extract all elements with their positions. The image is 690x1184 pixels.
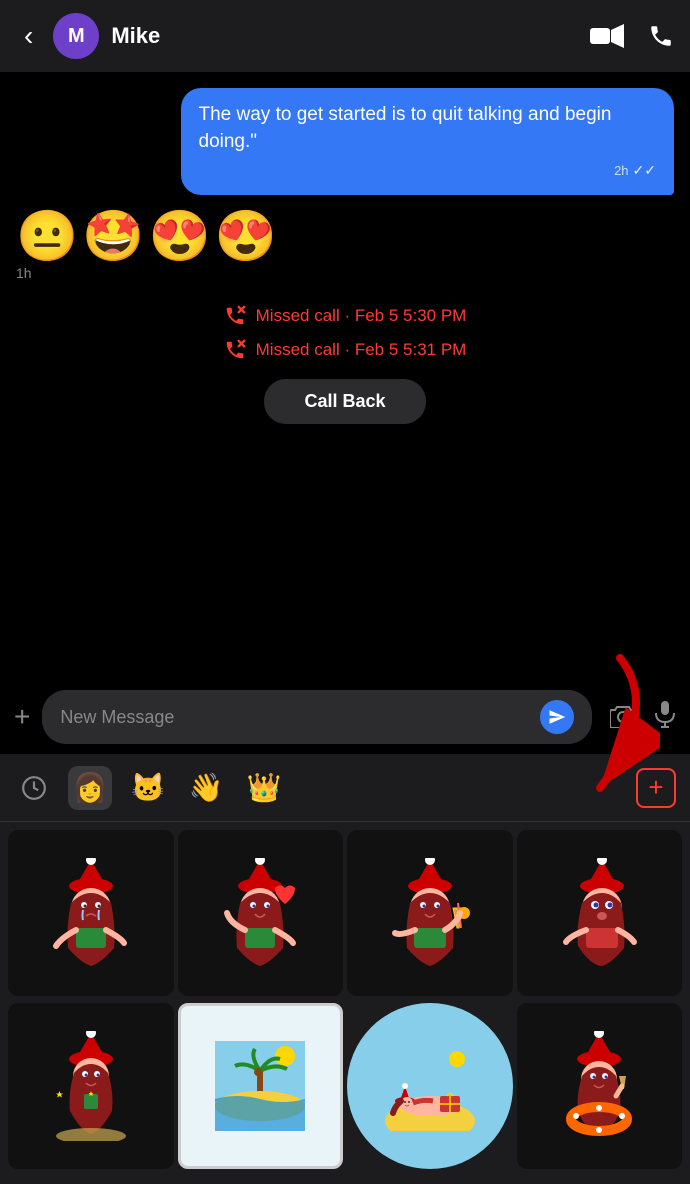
missed-call-icon-2 [224, 339, 246, 361]
contact-avatar: M [53, 13, 99, 59]
sticker-1[interactable] [8, 830, 174, 996]
sticker-tray: 👩 🐱 👋 👑 + [0, 754, 690, 1184]
outgoing-message-text: The way to get started is to quit talkin… [199, 104, 612, 152]
camera-button[interactable] [604, 698, 642, 736]
sticker-tab-bar: 👩 🐱 👋 👑 + [0, 754, 690, 822]
add-sticker-pack-button[interactable]: + [636, 768, 676, 808]
recent-stickers-tab[interactable] [14, 768, 54, 808]
read-checkmark: ✓✓ [633, 161, 656, 181]
sticker-pack-tab-1[interactable]: 👩 [68, 766, 112, 810]
sticker-4[interactable] [517, 830, 683, 996]
outgoing-message-bubble: The way to get started is to quit talkin… [181, 88, 675, 195]
sticker-pack-tab-3[interactable]: 👋 [184, 766, 228, 810]
sticker-6[interactable] [178, 1003, 344, 1169]
sticker-8[interactable] [517, 1003, 683, 1169]
message-timestamp: 2h ✓✓ [199, 161, 657, 181]
sticker-2[interactable] [178, 830, 344, 996]
sticker-3[interactable] [347, 830, 513, 996]
send-icon[interactable] [540, 700, 574, 734]
chat-header: ‹ M Mike [0, 0, 690, 72]
video-call-icon[interactable] [590, 24, 624, 48]
contact-name[interactable]: Mike [111, 23, 578, 49]
missed-calls-section: Missed call · Feb 5 5:30 PM Missed call … [16, 305, 674, 424]
message-input-field[interactable]: New Message [42, 690, 592, 744]
sticker-grid [0, 822, 690, 1180]
emoji-message: 😐 🤩 😍 😍 [16, 211, 277, 261]
missed-call-icon-1 [224, 305, 246, 327]
missed-call-text-2: Missed call · Feb 5 5:31 PM [256, 340, 467, 360]
mic-button[interactable] [654, 700, 676, 735]
call-back-button[interactable]: Call Back [264, 379, 425, 424]
input-bar: + New Message [0, 680, 690, 754]
back-button[interactable]: ‹ [16, 16, 41, 56]
missed-call-2: Missed call · Feb 5 5:31 PM [224, 339, 467, 361]
chat-area: The way to get started is to quit talkin… [0, 72, 690, 692]
emoji-timestamp: 1h [16, 265, 277, 281]
sticker-7[interactable] [347, 1003, 513, 1169]
missed-call-1: Missed call · Feb 5 5:30 PM [224, 305, 467, 327]
input-placeholder: New Message [60, 707, 174, 728]
sticker-5[interactable] [8, 1003, 174, 1169]
header-action-icons [590, 23, 674, 49]
input-plus-button[interactable]: + [14, 701, 30, 733]
sticker-pack-tab-2[interactable]: 🐱 [126, 766, 170, 810]
phone-call-icon[interactable] [648, 23, 674, 49]
sticker-pack-tab-4[interactable]: 👑 [242, 766, 286, 810]
missed-call-text-1: Missed call · Feb 5 5:30 PM [256, 306, 467, 326]
